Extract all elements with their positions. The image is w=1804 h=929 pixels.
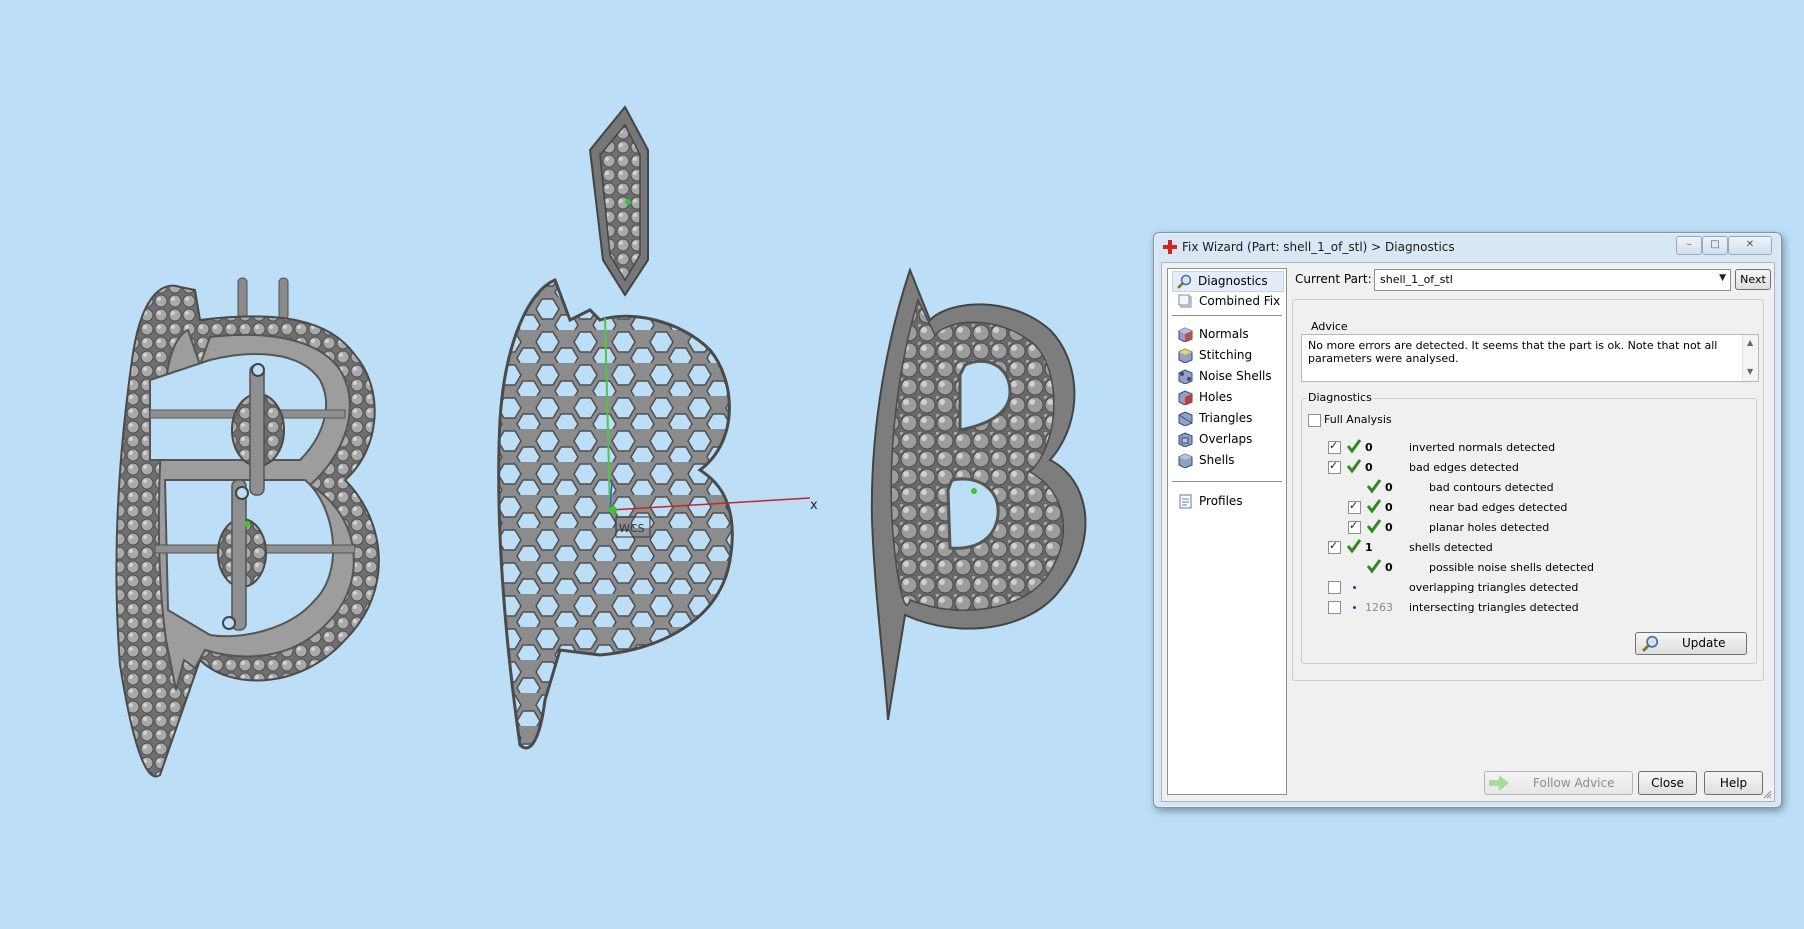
nav-item-profiles[interactable]: Profiles [1174,492,1282,511]
help-button[interactable]: Help [1704,771,1763,795]
nav-item-holes[interactable]: Holes [1174,388,1282,407]
overlapping-triangles-checkbox[interactable] [1328,581,1341,594]
current-part-value: shell_1_of_stl [1380,273,1453,286]
follow-advice-button[interactable]: Follow Advice [1484,771,1633,795]
inverted-normals-checkbox[interactable] [1328,439,1341,454]
full-analysis-checkbox[interactable] [1308,414,1321,427]
scroll-down-icon: ▼ [1747,367,1754,376]
dialog-titlebar[interactable]: Fix Wizard (Part: shell_1_of_stl) > Diag… [1154,233,1781,261]
right-b-pendant-model [870,267,1087,721]
update-button[interactable]: Update [1635,632,1747,655]
check-mark-icon [1346,539,1362,554]
nav-separator [1172,481,1282,482]
check-mark-icon [1346,459,1362,474]
triangles-cube-icon [1178,411,1193,426]
nav-item-shells[interactable]: Shells [1174,451,1282,470]
nav-item-noise-shells[interactable]: Noise Shells [1174,367,1282,386]
nav-item-diagnostics[interactable]: Diagnostics [1172,271,1284,292]
advice-text: No more errors are detected. It seems th… [1308,339,1718,365]
maximize-button[interactable]: □ [1702,236,1728,255]
shells-label: shells detected [1409,541,1493,554]
inverted-normals-label: inverted normals detected [1409,441,1556,454]
combined-fix-icon [1178,294,1192,308]
nav-item-combined-fix[interactable]: Combined Fix [1174,292,1282,311]
planar-holes-label: planar holes detected [1429,521,1550,534]
check-mark-icon [1366,499,1382,514]
minimize-button[interactable]: – [1676,236,1702,255]
intersecting-triangles-count: 1263 [1365,601,1393,614]
inverted-normals-count: 0 [1365,441,1373,454]
diagnostics-title: Diagnostics [1306,391,1374,404]
stitching-cube-icon [1178,348,1193,363]
noise-shells-icon [1178,369,1193,384]
close-window-button[interactable]: ✕ [1728,236,1772,255]
noise-shells-count: 0 [1385,561,1393,574]
scroll-up-icon: ▲ [1747,338,1754,347]
maximize-icon: □ [1710,239,1720,250]
nav-item-overlaps[interactable]: Overlaps [1174,430,1282,449]
planar-holes-checkbox[interactable] [1348,519,1361,534]
nav-separator [1172,315,1282,316]
nav-item-normals[interactable]: Normals [1174,325,1282,344]
dialog-title: Fix Wizard (Part: shell_1_of_stl) > Diag… [1182,240,1455,254]
not-analysed-dot-icon [1353,586,1356,589]
close-icon: ✕ [1745,239,1755,250]
near-bad-edges-count: 0 [1385,501,1393,514]
check-mark-icon [1366,479,1382,494]
magnifier-icon [1177,274,1192,289]
near-bad-edges-label: near bad edges detected [1429,501,1568,514]
resize-grip-icon[interactable] [1763,790,1772,799]
intersecting-triangles-label: intersecting triangles detected [1409,601,1579,614]
wcs-label: WCS [619,522,645,535]
chevron-down-icon: ▼ [1719,273,1726,283]
bad-edges-count: 0 [1365,461,1373,474]
bad-edges-label: bad edges detected [1409,461,1519,474]
advice-textbox[interactable]: No more errors are detected. It seems th… [1301,334,1759,382]
intersecting-triangles-checkbox[interactable] [1328,601,1341,614]
shells-count: 1 [1365,541,1373,554]
check-mark-icon [1346,439,1362,454]
holes-cube-icon [1178,390,1193,405]
shells-checkbox[interactable] [1328,539,1341,554]
full-analysis-label: Full Analysis [1324,413,1392,426]
close-button[interactable]: Close [1638,771,1697,795]
overlaps-cube-icon [1178,432,1193,447]
x-axis-label: x [810,498,818,513]
nav-item-triangles[interactable]: Triangles [1174,409,1282,428]
follow-advice-label: Follow Advice [1533,776,1615,790]
red-cross-icon [1163,240,1177,254]
near-bad-edges-checkbox[interactable] [1348,499,1361,514]
green-arrow-right-icon [1489,775,1509,791]
update-label: Update [1682,636,1726,650]
noise-shells-label: possible noise shells detected [1429,561,1595,574]
dialog-body: Diagnostics Combined Fix Normals Stitchi… [1161,262,1775,802]
middle-b-pendant-model: WCS x [497,105,818,750]
check-mark-icon [1366,519,1382,534]
fix-wizard-dialog: Fix Wizard (Part: shell_1_of_stl) > Diag… [1153,232,1782,808]
magnifier-icon [1642,635,1659,652]
overlapping-triangles-label: overlapping triangles detected [1409,581,1579,594]
left-b-pendant-model [115,277,380,778]
fix-wizard-nav: Diagnostics Combined Fix Normals Stitchi… [1167,268,1287,795]
check-mark-icon [1366,559,1382,574]
not-analysed-dot-icon [1353,606,1356,609]
main-panel-frame: Advice No more errors are detected. It s… [1292,299,1764,681]
bad-edges-checkbox[interactable] [1328,459,1341,474]
advice-scrollbar[interactable]: ▲ ▼ [1742,335,1758,381]
next-button[interactable]: Next [1735,269,1771,290]
profiles-document-icon [1179,494,1192,509]
current-part-select[interactable]: shell_1_of_stl ▼ [1374,269,1731,291]
planar-holes-count: 0 [1385,521,1393,534]
shells-cube-icon [1178,453,1193,468]
diagnostics-group: Diagnostics Full Analysis 0 inverted nor… [1301,391,1757,664]
bad-contours-label: bad contours detected [1429,481,1554,494]
nav-item-stitching[interactable]: Stitching [1174,346,1282,365]
bad-contours-count: 0 [1385,481,1393,494]
current-part-label: Current Part: [1295,272,1372,286]
advice-title: Advice [1309,320,1350,333]
normals-cube-icon [1178,327,1193,342]
minimize-icon: – [1686,239,1692,250]
